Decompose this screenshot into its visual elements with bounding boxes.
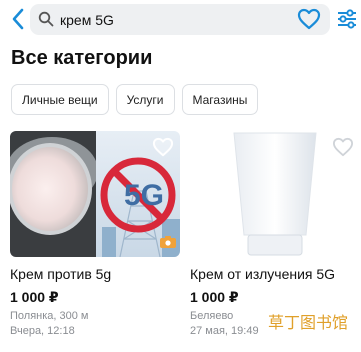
search-input[interactable] [60, 4, 290, 35]
listing-card[interactable]: 5G Крем против 5g 1 000 ₽ Полянка, 300 м… [10, 131, 180, 337]
camera-icon [160, 235, 176, 248]
top-bar [0, 0, 361, 40]
listing-location: Полянка, 300 м [10, 310, 89, 322]
filter-sliders-icon [338, 9, 356, 29]
search-icon [38, 11, 54, 27]
filter-button[interactable] [336, 7, 358, 31]
favorite-button[interactable] [332, 137, 354, 157]
overlay-text-5g: 5G [124, 179, 165, 212]
listing-location: Беляево [190, 310, 234, 322]
listing-photo[interactable]: 5G [10, 131, 180, 257]
watermark: 草丁图书馆 [262, 308, 354, 334]
chip-services[interactable]: Услуги [115, 84, 175, 115]
chevron-left-icon [12, 8, 24, 30]
section-title: Все категории [11, 47, 153, 69]
heart-icon [297, 8, 321, 30]
category-chips: Личные вещи Услуги Магазины [11, 84, 259, 115]
heart-icon [332, 137, 353, 157]
listing-date: 27 мая, 19:49 [190, 325, 259, 337]
search-bar[interactable] [30, 4, 330, 35]
favorite-button[interactable] [152, 137, 174, 157]
listing-photo[interactable] [190, 131, 360, 257]
listing-price: 1 000 ₽ [10, 289, 59, 305]
saved-search-button[interactable] [297, 8, 321, 30]
chip-shops[interactable]: Магазины [181, 84, 259, 115]
listing-card[interactable]: Крем от излучения 5G 1 000 ₽ Беляево 27 … [190, 131, 360, 337]
chip-personal-items[interactable]: Личные вещи [11, 84, 109, 115]
listing-title[interactable]: Крем от излучения 5G [190, 266, 335, 282]
listing-title[interactable]: Крем против 5g [10, 266, 111, 282]
back-button[interactable] [6, 6, 30, 32]
listing-price: 1 000 ₽ [190, 289, 239, 305]
listing-date: Вчера, 12:18 [10, 325, 75, 337]
heart-icon [152, 137, 174, 157]
